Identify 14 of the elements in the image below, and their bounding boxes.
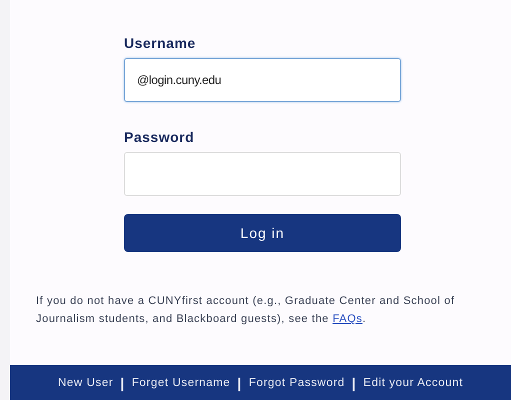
info-paragraph: If you do not have a CUNYfirst account (e.g., Graduate Center and School of Journalism students, and Blackboard guests), see the FAQs. bbox=[36, 294, 456, 327]
separator: | bbox=[120, 374, 125, 390]
footer-link[interactable]: Forget Username bbox=[132, 376, 230, 388]
faqs-link[interactable]: FAQs bbox=[332, 313, 362, 325]
separator: | bbox=[352, 374, 356, 390]
separator: | bbox=[237, 374, 242, 390]
footer-link[interactable]: Forgot Password bbox=[248, 376, 345, 388]
username-label: Username bbox=[124, 35, 197, 52]
username-field[interactable]: @login.cuny.edu bbox=[124, 58, 401, 102]
login-button[interactable]: Log in bbox=[124, 214, 401, 252]
password-field[interactable] bbox=[124, 152, 401, 196]
password-label: Password bbox=[124, 129, 196, 146]
footer-link[interactable]: Edit your Account bbox=[363, 376, 463, 388]
footer-link[interactable]: New User bbox=[58, 376, 114, 388]
